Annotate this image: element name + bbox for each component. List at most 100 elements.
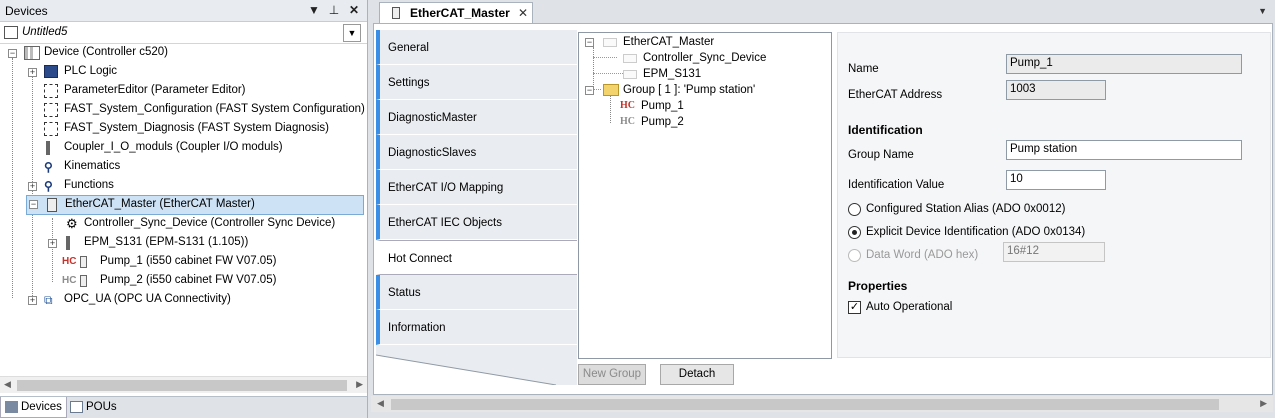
tree-item-fast-diagnosis[interactable]: FAST_System_Diagnosis (FAST System Diagn… <box>26 120 346 139</box>
auto-operational-label: Auto Operational <box>866 301 953 313</box>
opc-ua-icon: ⧉ <box>44 293 53 307</box>
editor-area: EtherCAT_Master ✕ ▼ General Settings Dia… <box>369 0 1275 418</box>
folder-icon <box>603 84 619 96</box>
tree-item-opc-ua[interactable]: + ⧉ OPC_UA (OPC UA Connectivity) <box>26 291 286 310</box>
parameter-editor-icon <box>44 84 58 98</box>
radio-explicit-identification-label: Explicit Device Identification (ADO 0x01… <box>866 226 1086 238</box>
auto-operational-checkbox[interactable]: ✓ <box>848 301 861 314</box>
epm-icon <box>623 70 637 79</box>
tree-item-device[interactable]: − Device (Controller c520) <box>6 44 336 63</box>
vertical-tabs: General Settings DiagnosticMaster Diagno… <box>376 30 577 390</box>
chevron-down-icon[interactable]: ▼ <box>306 2 322 18</box>
address-label: EtherCAT Address <box>848 89 943 101</box>
ethercat-master-icon <box>47 198 57 212</box>
new-group-button[interactable]: New Group <box>578 364 646 385</box>
hc-tree-sync[interactable]: Controller_Sync_Device <box>583 51 803 67</box>
radio-data-word[interactable] <box>848 249 861 262</box>
properties-heading: Properties <box>848 279 908 293</box>
identification-heading: Identification <box>848 123 923 137</box>
devices-icon <box>5 401 18 413</box>
radio-station-alias[interactable] <box>848 203 861 216</box>
hc-tree-pump1[interactable]: HC Pump_1 <box>583 99 783 115</box>
radio-station-alias-label: Configured Station Alias (ADO 0x0012) <box>866 203 1066 215</box>
scroll-thumb[interactable] <box>391 399 1219 410</box>
tree-item-pump1[interactable]: HC Pump_1 (i550 cabinet FW V07.05) <box>46 253 306 272</box>
devices-panel: Devices ▼ ⊥ ✕ Untitled5 ▼ − Device (Cont… <box>0 0 368 418</box>
hot-connect-icon: HC <box>62 275 77 286</box>
data-word-field[interactable]: 16#12 <box>1003 242 1105 262</box>
tree-item-epm[interactable]: + EPM_S131 (EPM-S131 (1.105)) <box>46 234 306 253</box>
devices-panel-header: Devices ▼ ⊥ ✕ <box>0 0 367 22</box>
tab-tail-decoration <box>376 345 577 385</box>
editor-horizontal-scrollbar[interactable]: ◀ ▶ <box>371 396 1273 412</box>
hc-tree-pump2[interactable]: HC Pump_2 <box>583 115 783 131</box>
project-selector[interactable]: Untitled5 ▼ <box>0 22 367 44</box>
close-tab-icon[interactable]: ✕ <box>518 6 528 20</box>
editor-content: General Settings DiagnosticMaster Diagno… <box>373 23 1273 395</box>
tab-ethercat-master[interactable]: EtherCAT_Master ✕ <box>379 2 533 23</box>
chevron-down-icon[interactable]: ▼ <box>1258 6 1267 16</box>
identification-value-label: Identification Value <box>848 179 945 191</box>
functions-icon: ⚲ <box>44 179 53 193</box>
scroll-right-icon[interactable]: ▶ <box>1260 398 1267 409</box>
epm-icon <box>66 236 70 250</box>
address-field[interactable]: 1003 <box>1006 80 1106 100</box>
hot-connect-icon: HC <box>62 256 77 267</box>
tree-item-controller-sync[interactable]: ⚙ Controller_Sync_Device (Controller Syn… <box>46 215 356 234</box>
hc-tree-group[interactable]: − Group [ 1 ]: 'Pump station' <box>583 83 803 99</box>
detach-button[interactable]: Detach <box>660 364 734 385</box>
tab-io-mapping[interactable]: EtherCAT I/O Mapping <box>376 170 577 205</box>
radio-explicit-identification[interactable] <box>848 226 861 239</box>
scroll-right-icon[interactable]: ▶ <box>356 379 363 390</box>
tree-item-fast-config[interactable]: FAST_System_Configuration (FAST System C… <box>26 101 365 120</box>
tab-general[interactable]: General <box>376 30 577 65</box>
sync-device-icon: ⚙ <box>66 216 78 231</box>
tree-item-functions[interactable]: + ⚲ Functions <box>26 177 226 196</box>
kinematics-icon: ⚲ <box>44 160 53 174</box>
tree-item-coupler[interactable]: Coupler_I_O_moduls (Coupler I/O moduls) <box>26 139 346 158</box>
pin-icon[interactable]: ⊥ <box>326 2 342 18</box>
left-horizontal-scrollbar[interactable]: ◀ ▶ <box>0 376 367 393</box>
sync-device-icon <box>623 54 637 63</box>
name-label: Name <box>848 63 879 75</box>
coupler-icon <box>46 141 50 155</box>
hc-tree-master[interactable]: − EtherCAT_Master <box>583 35 783 51</box>
hot-connect-tree[interactable]: − EtherCAT_Master Controller_Sync_Device… <box>578 32 832 359</box>
hot-connect-icon: HC <box>620 116 635 127</box>
tree-item-parameter-editor[interactable]: ParameterEditor (Parameter Editor) <box>26 82 346 101</box>
radio-data-word-label: Data Word (ADO hex) <box>866 249 979 261</box>
scroll-left-icon[interactable]: ◀ <box>4 379 11 390</box>
tab-diagnostic-master[interactable]: DiagnosticMaster <box>376 100 577 135</box>
tree-item-kinematics[interactable]: ⚲ Kinematics <box>26 158 226 177</box>
fast-diagnosis-icon <box>44 122 58 136</box>
tree-item-plc-logic[interactable]: + PLC Logic <box>26 63 326 82</box>
close-icon[interactable]: ✕ <box>346 2 362 18</box>
plc-logic-icon <box>44 65 58 78</box>
project-icon <box>4 26 18 39</box>
tab-status[interactable]: Status <box>376 275 577 310</box>
tab-iec-objects[interactable]: EtherCAT IEC Objects <box>376 205 577 240</box>
fast-config-icon <box>44 103 58 117</box>
hot-connect-icon: HC <box>620 100 635 111</box>
tab-information[interactable]: Information <box>376 310 577 345</box>
tree-item-ethercat-master[interactable]: − EtherCAT_Master (EtherCAT Master) <box>26 195 364 215</box>
tab-pous[interactable]: POUs <box>66 397 121 418</box>
pous-icon <box>70 401 83 413</box>
tab-hot-connect[interactable]: Hot Connect <box>376 240 577 275</box>
hc-tree-epm[interactable]: EPM_S131 <box>583 67 783 83</box>
ethercat-master-icon <box>392 7 400 19</box>
drive-icon <box>80 275 87 287</box>
left-bottom-tabs: Devices POUs <box>0 396 367 418</box>
tab-devices[interactable]: Devices <box>0 397 67 418</box>
device-icon <box>24 46 40 60</box>
tab-diagnostic-slaves[interactable]: DiagnosticSlaves <box>376 135 577 170</box>
project-dropdown-icon[interactable]: ▼ <box>343 24 361 42</box>
scroll-thumb[interactable] <box>17 380 347 391</box>
tree-item-pump2[interactable]: HC Pump_2 (i550 cabinet FW V07.05) <box>46 272 306 291</box>
scroll-left-icon[interactable]: ◀ <box>377 398 384 409</box>
ethercat-icon <box>603 38 617 47</box>
name-field[interactable]: Pump_1 <box>1006 54 1242 74</box>
tab-settings[interactable]: Settings <box>376 65 577 100</box>
identification-value-field[interactable]: 10 <box>1006 170 1106 190</box>
group-name-field[interactable]: Pump station <box>1006 140 1242 160</box>
